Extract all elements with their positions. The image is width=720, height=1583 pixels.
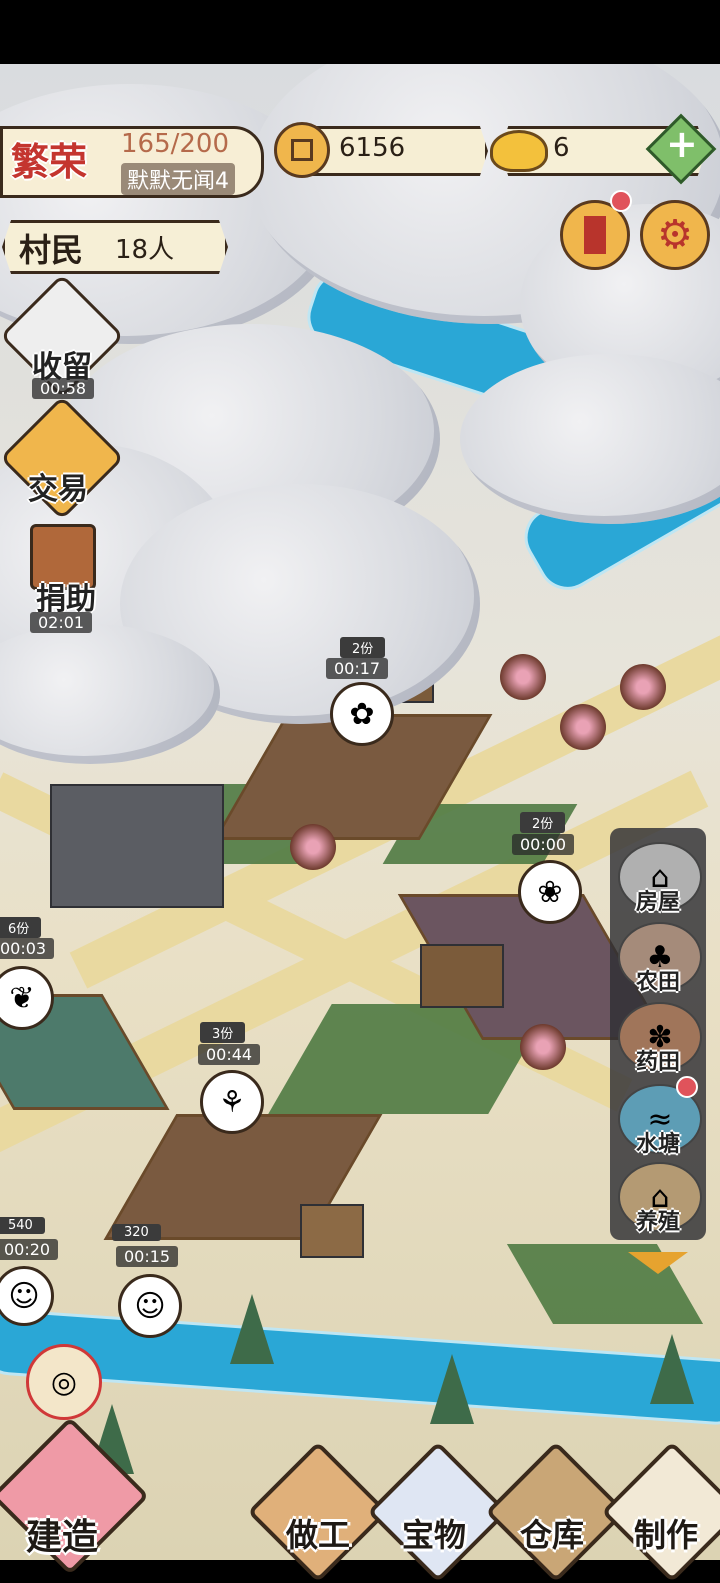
blossom-tree — [290, 824, 336, 870]
shelter-timer: 00:58 — [32, 378, 95, 399]
blossom-tree — [560, 704, 606, 750]
build-livestock-label: 养殖 — [635, 1210, 680, 1235]
pine-tree — [430, 1354, 474, 1424]
farm-hut[interactable] — [420, 944, 504, 1008]
build-herb-label: 药田 — [635, 1050, 680, 1075]
blossom-tree — [620, 664, 666, 710]
donate-timer: 02:01 — [30, 612, 93, 633]
pine-tree — [650, 1334, 694, 1404]
villagers-label: 村民 — [19, 231, 84, 269]
left-field-timer: 00:03 — [0, 938, 55, 959]
gear-icon: ⚙ — [657, 212, 693, 258]
prosperity-rank: 默默无闻4 — [121, 163, 235, 195]
work-label: 做工 — [286, 1516, 351, 1554]
visitor-right-avatar[interactable]: ☺ — [118, 1274, 182, 1338]
prosperity-panel[interactable]: 繁荣 165/200 默默无闻4 — [0, 126, 264, 198]
craft-label: 制作 — [634, 1516, 699, 1554]
build-menu-panel: ⌂ 房屋 ♣ 农田 ✽ 药田 ≈ 水塘 ⌂ 养殖 — [610, 828, 706, 1240]
blossom-tree — [500, 654, 546, 700]
prosperity-label: 繁荣 — [11, 140, 88, 184]
game-map[interactable]: 2份 00:17 ✿ 2份 00:00 ❀ 6份 00:03 ❦ 3份 00:4… — [0, 64, 720, 1560]
wheat-icon[interactable]: ⚘ — [200, 1070, 264, 1134]
build-pond-label: 水塘 — [635, 1132, 680, 1157]
plus-icon: + — [666, 122, 698, 166]
visitor-right-price: 320 — [112, 1224, 161, 1241]
chevron-down-icon[interactable] — [628, 1252, 688, 1278]
warehouse-label: 仓库 — [520, 1516, 585, 1554]
pine-tree — [230, 1294, 274, 1364]
build-house-label: 房屋 — [635, 890, 680, 915]
mid-field-portions: 3份 — [200, 1022, 246, 1043]
letter-icon — [584, 216, 606, 254]
villagers-panel[interactable]: 村民 18人 — [2, 220, 228, 274]
left-field-portions: 6份 — [0, 917, 42, 938]
top-field-timer: 00:17 — [326, 658, 389, 679]
coins-value: 6156 — [339, 133, 406, 163]
visitor-left-timer: 00:20 — [0, 1239, 59, 1260]
blossom-tree — [520, 1024, 566, 1070]
lily-icon[interactable]: ❀ — [518, 860, 582, 924]
visitor-right-timer: 00:15 — [116, 1246, 179, 1267]
ingots-value: 6 — [553, 133, 570, 163]
gold-ingot-icon — [490, 130, 548, 172]
visitor-left-price: 540 — [0, 1217, 45, 1234]
right-field-portions: 2份 — [520, 812, 566, 833]
treasure-label: 宝物 — [402, 1516, 467, 1554]
trade-label: 交易 — [28, 472, 88, 507]
right-field-timer: 00:00 — [512, 834, 575, 855]
letter-notification-dot — [610, 190, 632, 212]
prosperity-value: 165/200 — [121, 129, 230, 159]
pond-notification-dot — [676, 1076, 698, 1098]
coin-icon — [274, 122, 330, 178]
build-label: 建造 — [26, 1517, 99, 1558]
mid-field-timer: 00:44 — [198, 1044, 261, 1065]
market-stall[interactable] — [300, 1204, 364, 1258]
villagers-count: 18人 — [115, 235, 175, 265]
build-farm-label: 农田 — [635, 970, 680, 995]
courtyard-house[interactable] — [50, 784, 224, 908]
sunflower-icon[interactable]: ✿ — [330, 682, 394, 746]
status-bar — [0, 0, 720, 64]
top-field-portions: 2份 — [340, 637, 386, 658]
settings-button[interactable]: ⚙ — [640, 200, 710, 270]
bracelet-icon[interactable]: ◎ — [26, 1344, 102, 1420]
